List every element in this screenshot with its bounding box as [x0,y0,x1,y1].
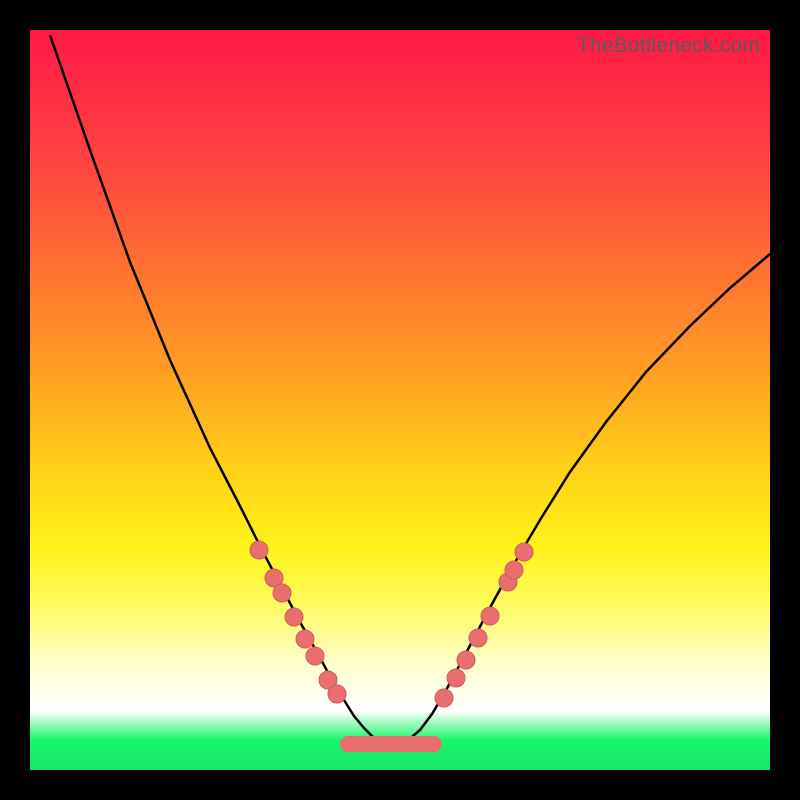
marker-dot [481,607,499,625]
markers-right-group [435,543,533,707]
marker-dot [306,647,324,665]
chart-svg [30,30,770,770]
marker-dot [296,630,314,648]
marker-dot [457,651,475,669]
marker-dot [250,541,268,559]
marker-dot [285,608,303,626]
marker-dot [447,669,465,687]
chart-container: TheBottleneck.com [0,0,800,800]
marker-dot [469,629,487,647]
marker-dot [515,543,533,561]
marker-dot [435,689,453,707]
markers-left-group [250,541,346,703]
marker-dot [328,685,346,703]
gradient-plot-area: TheBottleneck.com [30,30,770,770]
marker-dot [273,584,291,602]
v-curve-line [50,35,770,746]
marker-dot [505,561,523,579]
